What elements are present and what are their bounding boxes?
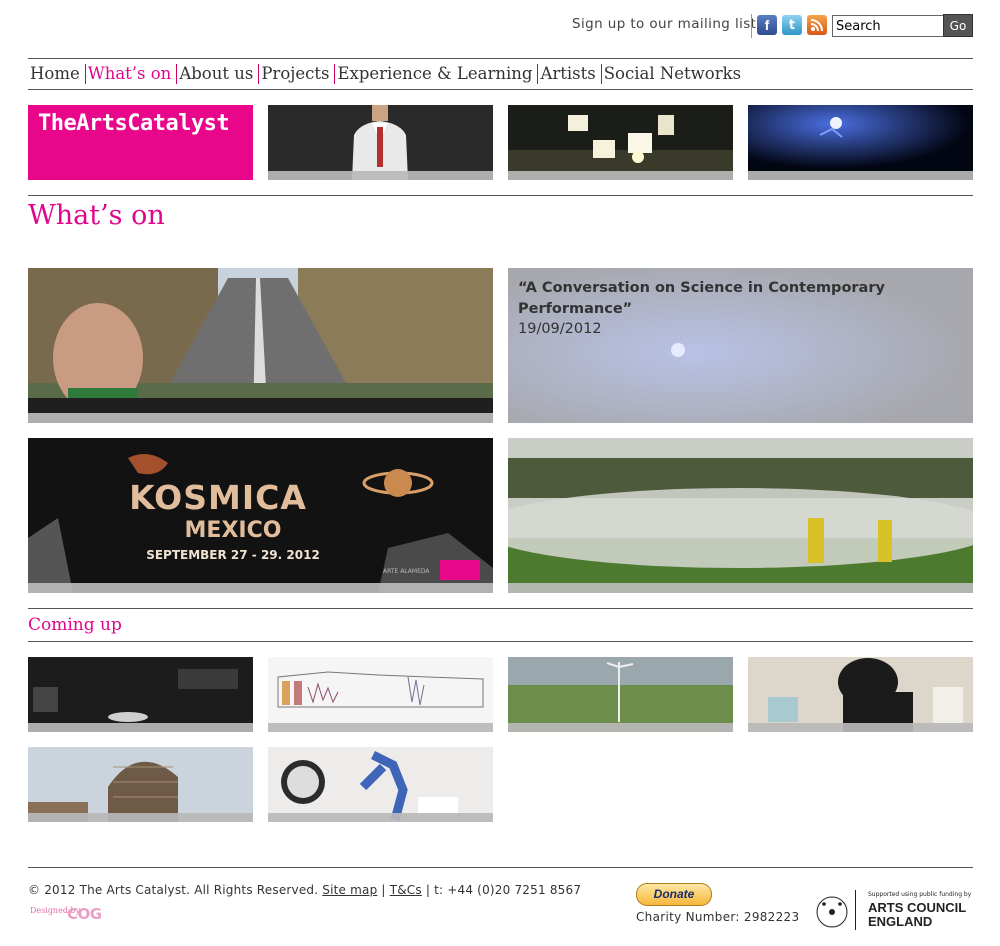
rss-icon[interactable]: [807, 15, 827, 35]
coming-tile-astronaut[interactable]: [268, 747, 493, 822]
tile-caption-bar: [268, 813, 493, 822]
footer-separator: |: [381, 883, 386, 897]
search-input[interactable]: [832, 15, 955, 37]
featured-tile-kosmica[interactable]: KOSMICA MEXICO SEPTEMBER 27 - 29. 2012 A…: [28, 438, 493, 593]
kosmica-title: KOSMICA: [129, 478, 307, 517]
event-title[interactable]: “A Conversation on Science in Contempora…: [518, 278, 938, 320]
tile-caption-bar: [28, 813, 253, 822]
header-tile-lanterns[interactable]: [508, 105, 733, 180]
nav-bottom-rule: [28, 89, 973, 90]
building-image: [28, 747, 253, 822]
nav-about-us[interactable]: About us: [177, 64, 260, 84]
coming-up-bottom-rule: [28, 641, 973, 642]
search-go-button[interactable]: Go: [943, 14, 973, 37]
phone-text: | t: +44 (0)20 7251 8567: [425, 883, 582, 897]
page-title: What’s on: [28, 200, 165, 231]
coming-tile-diagram[interactable]: [268, 657, 493, 732]
nav-whats-on[interactable]: What’s on: [86, 64, 178, 84]
arts-council-logo[interactable]: Supported using public funding by ARTS C…: [812, 890, 972, 934]
road-trip-image: [28, 268, 493, 423]
coming-up-heading: Coming up: [28, 615, 122, 635]
labcoat-image: [268, 105, 493, 180]
diagram-image: [268, 657, 493, 732]
tile-caption-bar: [28, 723, 253, 732]
terms-link[interactable]: T&Cs: [390, 883, 422, 897]
charity-number: Charity Number: 2982223: [636, 910, 800, 924]
nav-projects[interactable]: Projects: [259, 64, 336, 84]
tile-caption-bar: [508, 583, 973, 593]
header-tile-moonlight[interactable]: [748, 105, 973, 180]
nav-experience-learning[interactable]: Experience & Learning: [335, 64, 539, 84]
utility-divider: [751, 14, 752, 38]
tile-caption-bar: [748, 171, 973, 180]
mailing-list-link[interactable]: Sign up to our mailing list: [572, 16, 756, 32]
nav-social-networks[interactable]: Social Networks: [602, 64, 746, 84]
gallery-image: [28, 657, 253, 732]
twitter-icon[interactable]: t: [782, 15, 802, 35]
copyright-text: © 2012 The Arts Catalyst. All Rights Res…: [28, 883, 319, 897]
gorilla-image: [748, 657, 973, 732]
featured-tile-road[interactable]: [28, 268, 493, 423]
coming-tile-moorland[interactable]: [508, 657, 733, 732]
logo-text: TheArtsCatalyst: [38, 111, 230, 136]
coming-tile-gorilla[interactable]: [748, 657, 973, 732]
nav-artists[interactable]: Artists: [538, 64, 602, 84]
ace-name-line1: ARTS COUNCIL: [868, 900, 967, 915]
coming-up-top-rule: [28, 608, 973, 609]
main-nav: Home What’s on About us Projects Experie…: [28, 59, 746, 89]
arts-council-seal-icon: [816, 896, 848, 928]
event-date: 19/09/2012: [518, 321, 602, 337]
smoke-field-image: [508, 438, 973, 593]
facebook-icon[interactable]: f: [757, 15, 777, 35]
ace-name-line2: ENGLAND: [868, 914, 933, 929]
moonlight-image: [748, 105, 973, 180]
tile-caption-bar: [508, 723, 733, 732]
footer-rule: [28, 867, 973, 868]
coming-tile-gallery[interactable]: [28, 657, 253, 732]
kosmica-subtitle: MEXICO: [184, 518, 282, 543]
title-rule: [28, 195, 973, 196]
tile-caption-bar: [268, 171, 493, 180]
header-tile-labcoat[interactable]: [268, 105, 493, 180]
kosmica-partner: ARTE ALAMEDA: [383, 568, 430, 575]
astronaut-image: [268, 747, 493, 822]
featured-tile-conversation[interactable]: “A Conversation on Science in Contempora…: [508, 268, 973, 423]
arts-catalyst-logo[interactable]: TheArtsCatalyst: [28, 105, 253, 180]
ace-support-text: Supported using public funding by: [868, 891, 972, 898]
tile-caption-bar: [508, 171, 733, 180]
tile-caption-bar: [28, 413, 493, 423]
footer-links: © 2012 The Arts Catalyst. All Rights Res…: [28, 883, 581, 897]
tile-caption-bar: [268, 723, 493, 732]
featured-tile-smoke[interactable]: [508, 438, 973, 593]
coming-tile-building[interactable]: [28, 747, 253, 822]
kosmica-dates: SEPTEMBER 27 - 29. 2012: [146, 548, 320, 562]
tile-caption-bar: [748, 723, 973, 732]
moorland-image: [508, 657, 733, 732]
donate-button[interactable]: Donate: [636, 883, 712, 906]
cog-logo[interactable]: COG: [67, 905, 102, 923]
tile-caption-bar: [28, 583, 493, 593]
lanterns-image: [508, 105, 733, 180]
nav-home[interactable]: Home: [28, 64, 86, 84]
ace-divider: [855, 890, 856, 930]
sitemap-link[interactable]: Site map: [322, 883, 377, 897]
